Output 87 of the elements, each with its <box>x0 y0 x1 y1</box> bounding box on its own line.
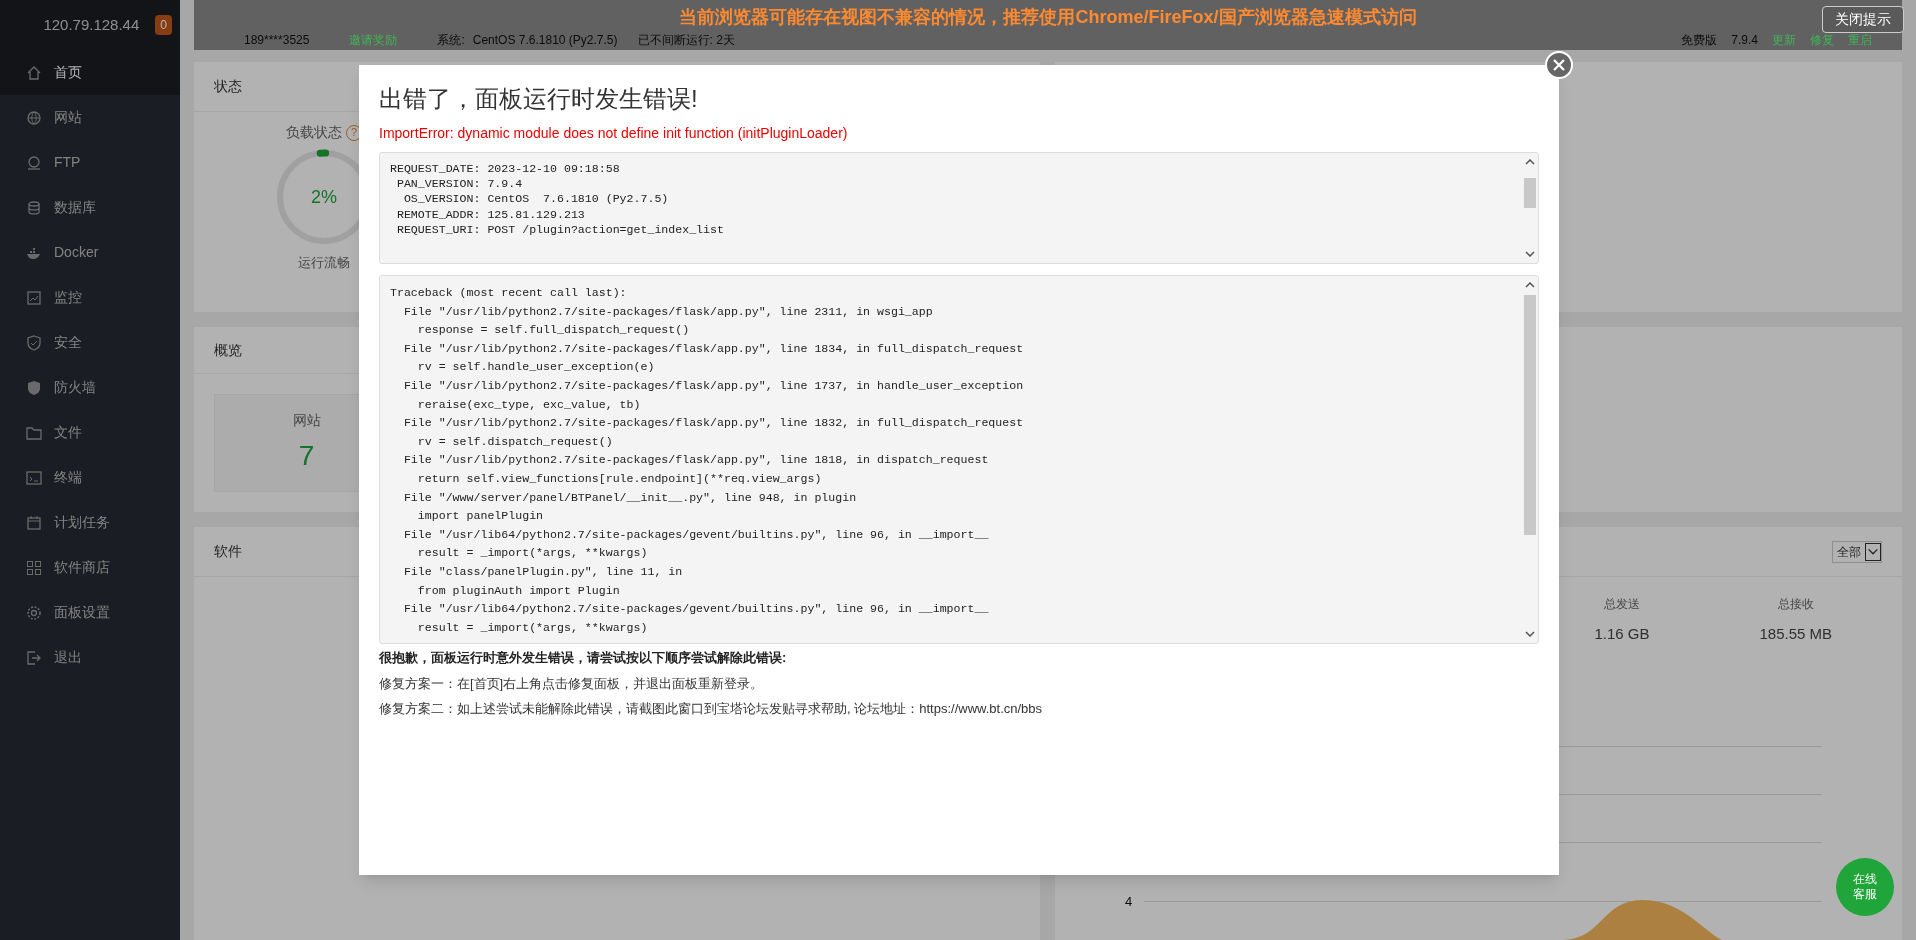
code-line: File "/usr/lib/python2.7/site-packages/flask/app.py", line 2311, in wsgi_app <box>402 303 934 320</box>
sidebar-item[interactable]: 软件商店 <box>0 545 180 590</box>
code-line: rv = self.dispatch_request() <box>416 433 614 450</box>
code-line: REMOTE_ADDR: 125.81.129.213 <box>395 206 586 222</box>
code-line: import panelPlugin <box>416 508 545 525</box>
code-line: from pluginAuth import Plugin <box>416 582 621 599</box>
notification-count[interactable]: 0 <box>155 15 172 35</box>
close-tip-button[interactable]: 关闭提示 <box>1822 6 1904 33</box>
stat-value: 185.55 MB <box>1759 624 1832 644</box>
scroll-down-icon <box>1525 631 1535 637</box>
stat-label: 网站 <box>292 410 321 430</box>
sidebar-item[interactable]: 防火墙 <box>0 365 180 410</box>
caret-icon <box>1865 542 1881 561</box>
code-line: PAN_VERSION: 7.9.4 <box>395 176 524 192</box>
filter-select[interactable]: 全部 <box>1832 540 1882 563</box>
code-line: File "/usr/lib/python2.7/site-packages/flask/app.py", line 1832, in full_dispatch_request <box>402 415 1025 432</box>
database-icon <box>26 199 42 216</box>
load-caption: 运行流畅 <box>298 254 350 272</box>
code-line: File "/usr/lib/python2.7/site-packages/flask/app.py", line 1834, in full_dispatch_request <box>402 340 1025 357</box>
stat-label: 总发送 <box>1603 596 1640 613</box>
scrollbar-thumb[interactable] <box>1524 294 1536 535</box>
load-percentage: 2% <box>310 185 338 209</box>
stat-value: 1.16 GB <box>1594 624 1650 644</box>
home-icon <box>26 64 42 81</box>
sidebar-item[interactable]: 文件 <box>0 410 180 455</box>
scroll-down-icon <box>1525 251 1535 257</box>
header-link[interactable]: 重启 <box>1848 31 1872 49</box>
code-line: rv = self.handle_user_exception(e) <box>416 359 656 376</box>
logout-icon <box>26 649 42 666</box>
sidebar-item[interactable]: 退出 <box>0 635 180 680</box>
help-heading: 很抱歉，面板运行时意外发生错误，请尝试按以下顺序尝试解除此错误: <box>379 649 788 667</box>
calendar-icon <box>26 514 42 531</box>
server-ip: 120.79.128.44 <box>43 14 140 35</box>
shield-icon <box>26 379 42 396</box>
sidebar-item[interactable]: 安全 <box>0 320 180 365</box>
sidebar-item[interactable]: 首页 <box>0 50 180 95</box>
dialog-title: 出错了，面板运行时发生错误! <box>379 84 699 114</box>
code-line: File "/usr/lib/python2.7/site-packages/flask/app.py", line 1737, in handle_user_exception <box>402 377 1025 394</box>
edition-label: 免费版 <box>1681 32 1718 49</box>
sidebar-item[interactable]: 终端 <box>0 455 180 500</box>
system-label: 系统: <box>437 32 465 49</box>
code-line: return self.view_functions[rule.endpoint](**req.view_args) <box>416 470 823 487</box>
code-line: result = _import(*args, **kwargs) <box>416 545 649 562</box>
scroll-up-icon <box>1525 159 1535 165</box>
code-line: REQUEST_URI: POST /plugin?action=get_index_list <box>395 221 725 237</box>
error-message: ImportError: dynamic module does not define init function (initPluginLoader) <box>379 124 849 143</box>
code-line: File "class/panelPlugin.py", line 11, in <box>402 563 684 580</box>
terminal-icon <box>26 469 42 486</box>
scroll-up-icon <box>1525 282 1535 288</box>
grid-icon <box>26 559 42 576</box>
uptime-text: 已不间断运行: 2天 <box>637 32 735 49</box>
scrollbar-thumb[interactable] <box>1524 178 1536 208</box>
code-line: File "/usr/lib64/python2.7/site-packages/gevent/builtins.py", line 96, in __import__ <box>402 601 990 618</box>
code-line: OS_VERSION: CentOS 7.6.1810 (Py2.7.5) <box>402 191 670 207</box>
globe-icon <box>26 109 42 126</box>
code-line: result = _import(*args, **kwargs) <box>416 619 649 636</box>
stat-value: 7 <box>298 438 315 473</box>
sidebar-item[interactable]: 网站 <box>0 95 180 140</box>
settings-icon <box>26 604 42 621</box>
account-name: 189****3525 <box>244 32 310 49</box>
system-version: CentOS 7.6.1810 (Py2.7.5) <box>472 32 618 49</box>
chart-icon <box>26 289 42 306</box>
fix-instruction: 修复方案二：如上述尝试未能解除此错误，请截图此窗口到宝塔论坛发贴寻求帮助, 论坛地址：https://www.bt.cn/bbs <box>379 700 1044 718</box>
sidebar-item[interactable]: Docker <box>0 230 180 275</box>
code-line: File "/www/server/panel/BTPanel/__init__.py", line 948, in plugin <box>402 489 858 506</box>
invite-link[interactable]: 邀请奖励 <box>349 31 398 49</box>
close-icon <box>1553 59 1565 71</box>
sidebar-item[interactable]: FTP <box>0 140 180 185</box>
sidebar-item[interactable]: 数据库 <box>0 185 180 230</box>
folder-icon <box>26 424 42 441</box>
code-line: reraise(exc_type, exc_value, tb) <box>416 396 642 413</box>
panel-version: 7.9.4 <box>1731 32 1758 49</box>
sidebar-item[interactable]: 计划任务 <box>0 500 180 545</box>
shield-check-icon <box>26 334 42 351</box>
code-line: REQUEST_DATE: 2023-12-10 09:18:58 <box>390 161 621 177</box>
code-line: File "/usr/lib/python2.7/site-packages/flask/app.py", line 1818, in dispatch_request <box>402 452 990 469</box>
code-line: File "/usr/lib64/python2.7/site-packages/gevent/builtins.py", line 96, in __import__ <box>402 526 990 543</box>
sidebar-item[interactable]: 监控 <box>0 275 180 320</box>
close-button[interactable] <box>1545 51 1573 79</box>
warning-text: 当前浏览器可能存在视图不兼容的情况，推荐使用Chrome/FireFox/国产浏览器急速模式访问 <box>679 6 1417 28</box>
stat-label: 总接收 <box>1777 596 1814 613</box>
gauge-label: 负载状态 <box>286 123 342 142</box>
header-link[interactable]: 更新 <box>1772 31 1796 49</box>
fix-instruction: 修复方案一：在[首页]右上角点击修复面板，并退出面板重新登录。 <box>379 674 765 693</box>
sidebar-item[interactable]: 面板设置 <box>0 590 180 635</box>
header-link[interactable]: 修复 <box>1810 31 1834 49</box>
code-line: Traceback (most recent call last): <box>390 285 628 301</box>
